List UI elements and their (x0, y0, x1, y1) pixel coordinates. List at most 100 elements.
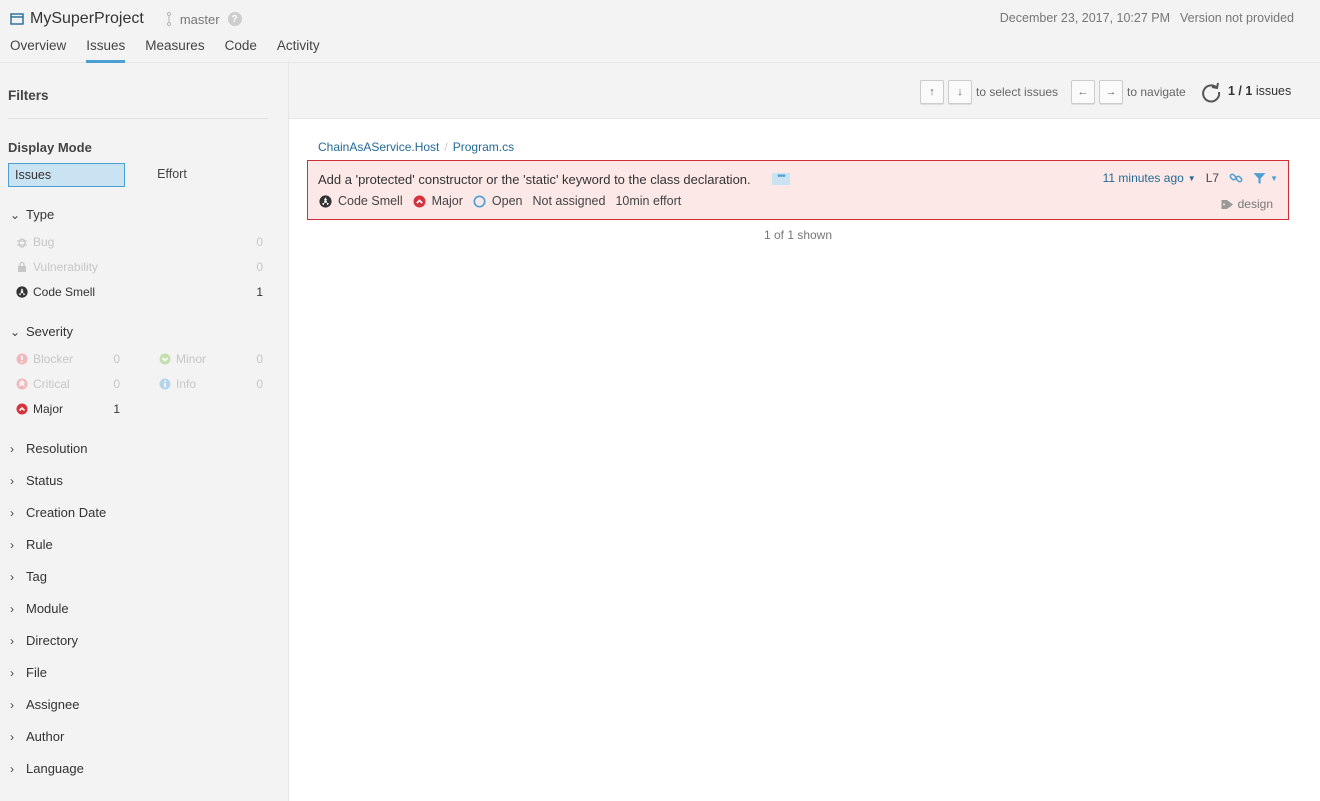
issue-message[interactable]: Add a 'protected' constructor or the 'st… (318, 172, 751, 187)
facet-item-count: 0 (113, 352, 120, 366)
facet-item-count: 0 (256, 377, 263, 391)
caret-down-icon: ▼ (1270, 173, 1278, 183)
info-icon (159, 378, 176, 390)
facet-item-blocker[interactable]: Blocker 0 (16, 349, 120, 369)
issue-severity-label: Major (431, 194, 463, 208)
facet-status-header[interactable]: › Status (10, 473, 63, 488)
chevron-right-icon: › (10, 729, 14, 744)
facet-item-count: 0 (256, 235, 263, 249)
tab-activity[interactable]: Activity (277, 38, 320, 63)
facet-resolution-header[interactable]: › Resolution (10, 441, 87, 456)
critical-icon (16, 378, 33, 390)
breadcrumb-file[interactable]: Program.cs (453, 140, 514, 154)
kbd-right[interactable]: → (1099, 80, 1123, 104)
facet-author-header[interactable]: › Author (10, 729, 64, 744)
facet-language-header[interactable]: › Language (10, 761, 84, 776)
issue-count-value: 1 / 1 (1228, 84, 1253, 98)
facet-severity-header[interactable]: ⌄ Severity (10, 324, 73, 339)
breadcrumb-project[interactable]: ChainAsAService.Host (318, 140, 439, 154)
facet-severity-label: Severity (26, 324, 73, 339)
facet-tag-header[interactable]: › Tag (10, 569, 47, 584)
issue-actions: 11 minutes ago ▼ L7 ▼ (1103, 171, 1278, 185)
issue-status[interactable]: Open (473, 194, 523, 208)
issue-tag[interactable]: design (1221, 197, 1273, 211)
breadcrumb: ChainAsAService.Host / Program.cs (318, 140, 514, 154)
chevron-down-icon: ⌄ (10, 207, 21, 222)
branch-indicator[interactable]: master (164, 11, 220, 27)
facet-item-count: 0 (256, 352, 263, 366)
filters-sidebar: Filters Display Mode Issues Effort ⌄ Typ… (0, 63, 289, 801)
major-icon (413, 195, 426, 207)
issue-type-label: Code Smell (338, 194, 403, 208)
issue-line: L7 (1205, 171, 1220, 185)
chevron-right-icon: › (10, 633, 14, 648)
issue-assignee[interactable]: Not assigned (532, 194, 605, 208)
facet-label: Creation Date (26, 505, 107, 520)
kbd-left[interactable]: ← (1071, 80, 1095, 104)
display-mode-title: Display Mode (8, 140, 92, 155)
breadcrumb-separator: / (444, 140, 448, 154)
issue-type[interactable]: Code Smell (319, 194, 403, 208)
issue-age-dropdown[interactable]: 11 minutes ago ▼ (1103, 171, 1196, 185)
facet-label: Module (26, 601, 69, 616)
facet-item-info[interactable]: Info 0 (159, 374, 263, 394)
facet-item-vulnerability[interactable]: Vulnerability 0 (16, 257, 263, 277)
facet-rule-header[interactable]: › Rule (10, 537, 53, 552)
tag-icon (1221, 199, 1233, 209)
project-title-row: MySuperProject master ? (10, 8, 242, 30)
open-status-icon (473, 194, 486, 208)
facet-item-count: 0 (256, 260, 263, 274)
tab-overview[interactable]: Overview (10, 38, 66, 63)
issue-card[interactable]: Add a 'protected' constructor or the 'st… (307, 160, 1289, 220)
branch-icon (166, 11, 171, 27)
facet-item-minor[interactable]: Minor 0 (159, 349, 263, 369)
facet-module-header[interactable]: › Module (10, 601, 69, 616)
select-hint: to select issues (976, 85, 1059, 99)
facet-label: Resolution (26, 441, 88, 456)
help-icon[interactable]: ? (227, 12, 242, 26)
shown-count: 1 of 1 shown (763, 228, 833, 242)
facet-directory-header[interactable]: › Directory (10, 633, 78, 648)
chevron-down-icon: ⌄ (10, 324, 21, 339)
project-icon (10, 13, 24, 25)
issue-status-label: Open (491, 194, 523, 208)
chevron-right-icon: › (10, 601, 14, 616)
facet-assignee-header[interactable]: › Assignee (10, 697, 79, 712)
chevron-right-icon: › (10, 505, 14, 520)
permalink-icon[interactable] (1229, 171, 1243, 185)
issue-effort[interactable]: 10min effort (615, 194, 681, 208)
facet-item-bug[interactable]: Bug 0 (16, 232, 263, 252)
more-options-button[interactable]: ••• (772, 172, 790, 185)
facet-creation-date-header[interactable]: › Creation Date (10, 505, 106, 520)
tab-measures[interactable]: Measures (145, 38, 204, 63)
version-label: Version not provided (1180, 11, 1294, 25)
chevron-right-icon: › (10, 473, 14, 488)
facet-item-major[interactable]: Major 1 (16, 399, 120, 419)
facet-item-code-smell[interactable]: Code Smell 1 (16, 282, 263, 302)
facet-type-header[interactable]: ⌄ Type (10, 207, 54, 222)
display-mode-issues-button[interactable]: Issues (8, 163, 125, 187)
branch-name: master (179, 11, 220, 27)
issue-severity[interactable]: Major (413, 194, 463, 208)
tab-issues[interactable]: Issues (86, 38, 126, 63)
project-name[interactable]: MySuperProject (30, 10, 144, 28)
minor-icon (159, 353, 176, 365)
facet-item-label: Code Smell (33, 285, 96, 299)
kbd-down[interactable]: ↓ (948, 80, 972, 104)
facet-item-label: Vulnerability (33, 260, 98, 274)
caret-down-icon: ▼ (1187, 173, 1196, 183)
reload-icon[interactable] (1199, 80, 1223, 104)
filter-icon (1253, 172, 1266, 184)
bug-icon (16, 236, 33, 248)
facet-type-label: Type (26, 207, 55, 222)
facet-item-critical[interactable]: Critical 0 (16, 374, 120, 394)
kbd-up[interactable]: ↑ (920, 80, 944, 104)
filter-similar-dropdown[interactable]: ▼ (1253, 172, 1278, 185)
major-icon (16, 403, 33, 415)
facet-item-label: Blocker (33, 352, 74, 366)
facet-item-label: Critical (33, 377, 70, 391)
tab-code[interactable]: Code (225, 38, 257, 63)
facet-label: Directory (26, 633, 79, 648)
display-mode-effort-button[interactable]: Effort (130, 163, 214, 187)
facet-file-header[interactable]: › File (10, 665, 47, 680)
